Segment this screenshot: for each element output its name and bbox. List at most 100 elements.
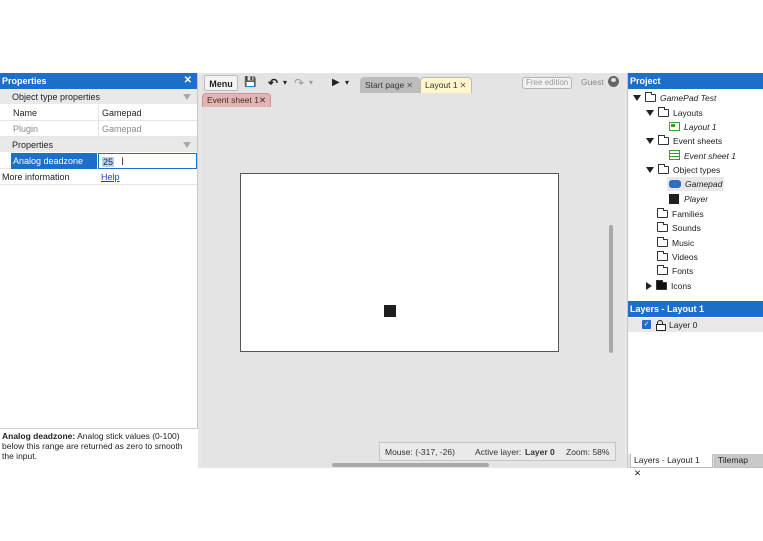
redo-icon[interactable]: ↷ <box>294 75 304 91</box>
save-icon[interactable]: 💾 <box>244 75 256 91</box>
help-link-cell: Help <box>98 169 197 185</box>
bottom-tab-bar: Layers - Layout 1 ✕ Tilemap <box>628 454 763 478</box>
mouse-position: Mouse: (-317, -26) <box>385 447 455 457</box>
tree-item-player[interactable]: Player <box>669 192 708 206</box>
tab-event-sheet-1[interactable]: Event sheet 1✕ <box>202 93 272 107</box>
description-title: Analog deadzone: <box>2 431 76 441</box>
property-key: More information <box>2 172 70 182</box>
close-icon[interactable]: ✕ <box>259 95 266 105</box>
expand-icon[interactable] <box>646 167 654 173</box>
property-row-name[interactable]: Name Gamepad <box>0 105 197 121</box>
tab-layers[interactable]: Layers - Layout 1 ✕ <box>630 454 713 478</box>
guest-label[interactable]: Guest <box>581 77 604 87</box>
tab-label: Layout 1 <box>425 80 458 90</box>
collapse-icon[interactable] <box>183 142 191 148</box>
property-row-more-info: More information Help <box>0 169 197 185</box>
collapse-icon[interactable] <box>183 94 191 100</box>
tree-label: Layout 1 <box>684 122 717 132</box>
tree-label: Object types <box>673 165 721 175</box>
folder-icon <box>658 135 669 145</box>
tree-label: Music <box>672 238 695 248</box>
tree-item-videos[interactable]: Videos <box>657 250 698 264</box>
sub-tab-bar: Event sheet 1✕ <box>202 93 623 107</box>
tree-item-music[interactable]: Music <box>657 236 694 250</box>
tab-label: Start page <box>365 80 405 90</box>
close-icon[interactable]: ✕ <box>460 81 467 90</box>
tree-label: Sounds <box>672 223 701 233</box>
close-icon[interactable]: ✕ <box>406 81 413 90</box>
tree-label: Layouts <box>673 108 703 118</box>
layout-canvas[interactable] <box>240 173 559 352</box>
tree-item-event-sheets[interactable]: Event sheets <box>646 134 722 148</box>
active-layer-value: Layer 0 <box>525 447 555 457</box>
play-icon[interactable]: ▶ <box>332 75 340 91</box>
gamepad-icon <box>669 180 681 188</box>
free-edition-badge[interactable]: Free edition <box>522 77 573 89</box>
tree-item-families[interactable]: Families <box>657 207 704 221</box>
player-sprite[interactable] <box>384 305 396 317</box>
analog-deadzone-input[interactable]: 25 I <box>98 153 197 169</box>
main-toolbar: Menu 💾 ↶ ▾ ↷ ▾ ▶ ▾ Start page ✕ Layout 1 ✕… <box>202 73 623 93</box>
undo-dropdown-icon[interactable]: ▾ <box>283 75 287 91</box>
menu-button[interactable]: Menu <box>204 75 238 91</box>
close-icon[interactable]: ✕ <box>184 73 192 89</box>
tab-layout-1[interactable]: Layout 1 ✕ <box>420 77 472 93</box>
folder-icon <box>657 222 668 232</box>
play-dropdown-icon[interactable]: ▾ <box>345 75 349 91</box>
tree-item-sounds[interactable]: Sounds <box>657 221 701 235</box>
tab-label: Layers - Layout 1 <box>634 455 700 465</box>
expand-icon[interactable] <box>633 95 641 101</box>
tree-label: Event sheet 1 <box>684 151 736 161</box>
folder-icon <box>658 107 669 117</box>
tree-item-fonts[interactable]: Fonts <box>657 264 693 278</box>
tree-item-event-sheet-1[interactable]: Event sheet 1 <box>669 149 736 163</box>
layout-editor-area: Menu 💾 ↶ ▾ ↷ ▾ ▶ ▾ Start page ✕ Layout 1 ✕… <box>202 73 623 468</box>
tree-item-layouts[interactable]: Layouts <box>646 106 703 120</box>
user-icon[interactable] <box>608 76 619 87</box>
section-properties[interactable]: Properties <box>0 137 197 153</box>
status-bar: Mouse: (-317, -26) Active layer: Layer 0… <box>379 442 616 461</box>
expand-icon[interactable] <box>646 110 654 116</box>
layer-name: Layer 0 <box>669 320 698 330</box>
folder-icon <box>657 237 668 247</box>
project-title: Project <box>628 73 763 89</box>
layer-row[interactable]: ✓ Layer 0 <box>628 318 763 332</box>
lock-icon[interactable] <box>656 320 666 331</box>
project-panel: Project GamePad Test Layouts Layout 1 Ev… <box>627 73 763 478</box>
visibility-checkbox[interactable]: ✓ <box>642 320 651 329</box>
tab-tilemap[interactable]: Tilemap <box>714 454 763 468</box>
tree-label: GamePad Test <box>660 93 717 103</box>
property-row-analog-deadzone[interactable]: Analog deadzone 25 I <box>0 153 197 169</box>
section-object-type-properties[interactable]: Object type properties <box>0 89 197 105</box>
construct-editor: Properties ✕ Object type properties Name… <box>0 73 763 478</box>
folder-icon <box>657 251 668 261</box>
tree-item-object-types[interactable]: Object types <box>646 163 720 177</box>
tree-item-icons[interactable]: Icons <box>646 279 691 293</box>
property-row-plugin: Plugin Gamepad <box>0 121 197 137</box>
tree-item-layout-1[interactable]: Layout 1 <box>669 120 717 134</box>
redo-dropdown-icon[interactable]: ▾ <box>309 75 313 91</box>
expand-icon[interactable] <box>646 138 654 144</box>
property-value[interactable]: Gamepad <box>98 105 197 121</box>
expand-icon[interactable] <box>646 282 652 290</box>
undo-icon[interactable]: ↶ <box>268 75 278 91</box>
folder-icon <box>657 208 668 218</box>
tree-item-root[interactable]: GamePad Test <box>633 91 716 105</box>
property-description: Analog deadzone: Analog stick values (0-… <box>0 428 198 468</box>
folder-icon <box>645 92 656 102</box>
player-icon <box>669 194 679 204</box>
tree-label: Event sheets <box>673 136 723 146</box>
property-value: Gamepad <box>98 121 197 137</box>
tab-start-page[interactable]: Start page ✕ <box>360 77 420 93</box>
layout-viewport[interactable] <box>202 107 616 443</box>
horizontal-scrollbar[interactable] <box>332 463 489 467</box>
tree-label: Icons <box>671 281 692 291</box>
properties-panel: Properties ✕ Object type properties Name… <box>0 73 198 468</box>
properties-title: Properties ✕ <box>0 73 197 89</box>
help-link[interactable]: Help <box>101 172 120 182</box>
tree-label: Families <box>672 209 704 219</box>
close-icon[interactable]: ✕ <box>634 468 641 478</box>
vertical-scrollbar[interactable] <box>609 225 613 353</box>
tree-item-gamepad[interactable]: Gamepad <box>667 177 725 191</box>
tab-label: Event sheet 1 <box>207 95 259 105</box>
